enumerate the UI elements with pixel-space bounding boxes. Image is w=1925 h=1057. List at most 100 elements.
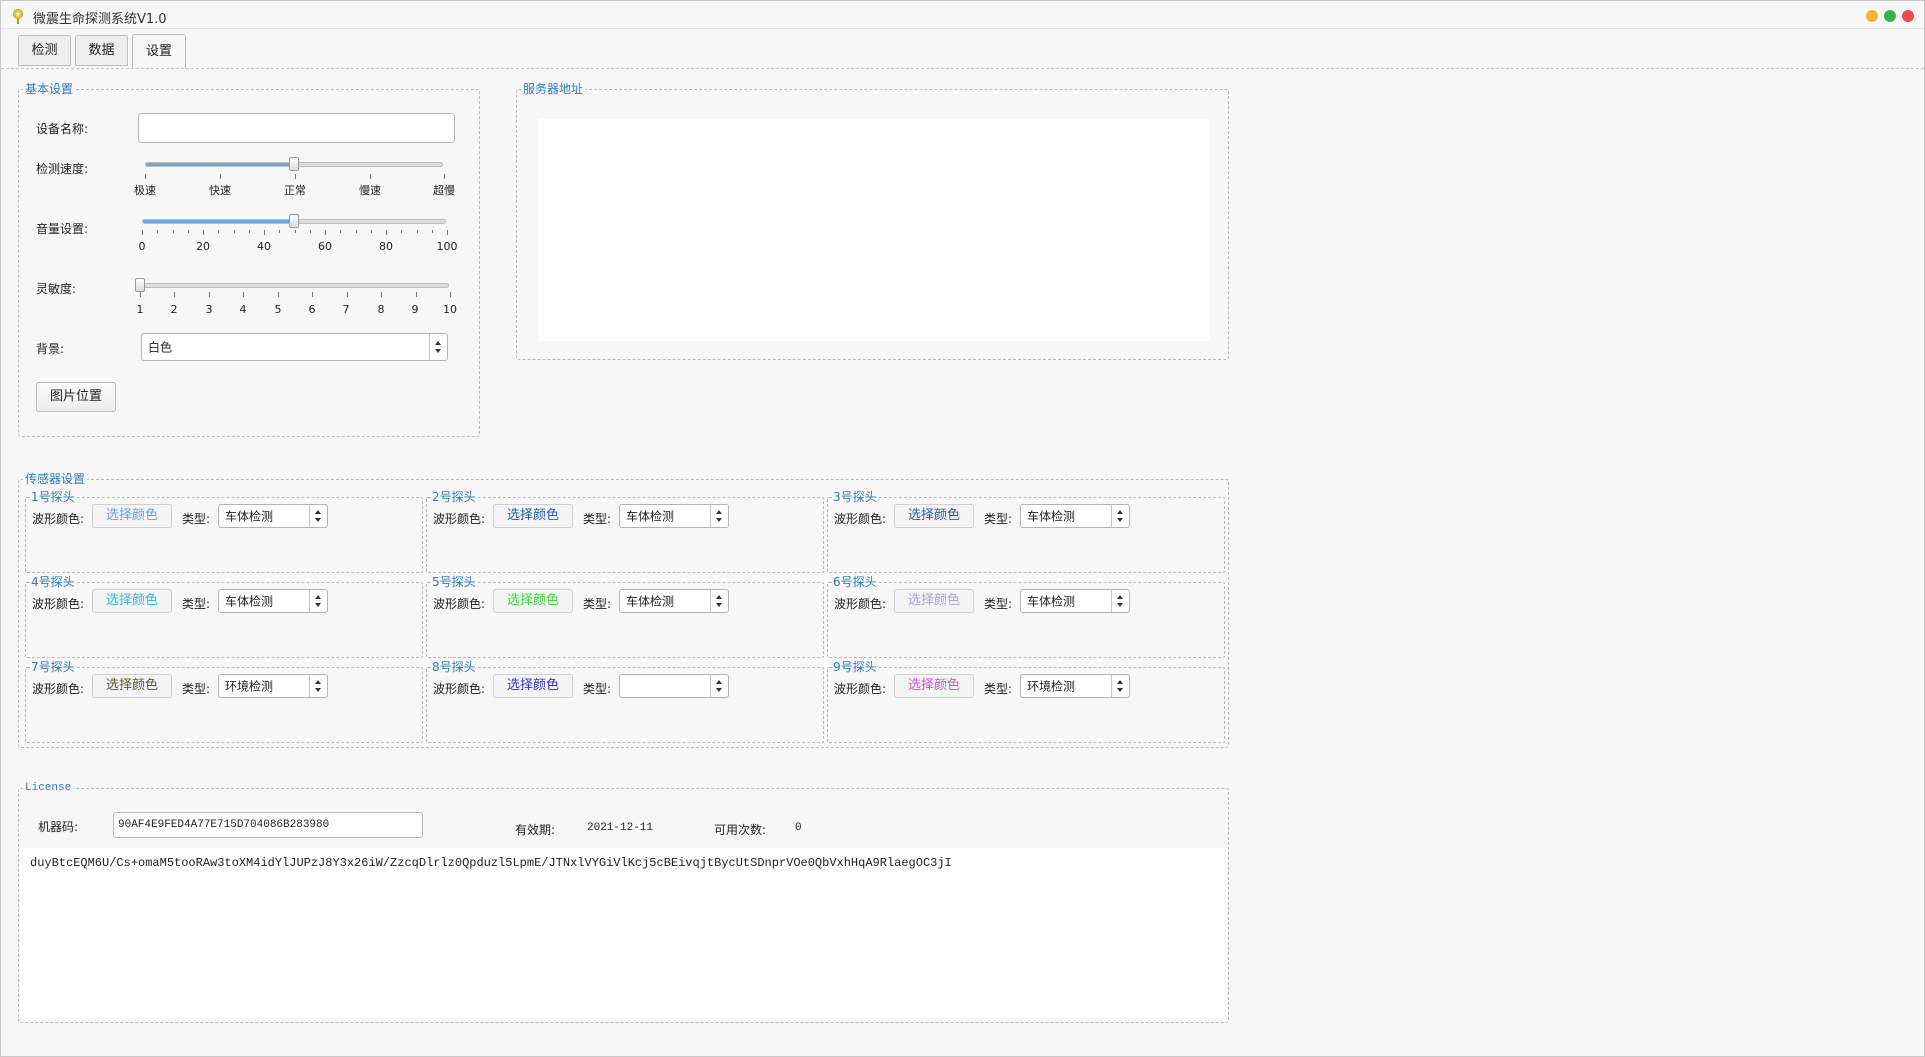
server-address-input[interactable] bbox=[539, 119, 1210, 341]
volume-tick-label: 40 bbox=[257, 240, 271, 253]
volume-slider-handle[interactable] bbox=[289, 214, 299, 228]
waveform-color-label: 波形颜色: bbox=[834, 682, 887, 696]
type-select[interactable]: 车体检测 bbox=[1020, 589, 1130, 613]
type-select[interactable]: 环境检测 bbox=[218, 674, 328, 698]
select-arrow-icon bbox=[1111, 675, 1129, 697]
probe-group: 6号探头 波形颜色: 选择颜色 类型: 车体检测 bbox=[827, 575, 1225, 658]
type-select[interactable]: 环境检测 bbox=[1020, 674, 1130, 698]
volume-tick bbox=[386, 230, 387, 235]
type-label: 类型: bbox=[984, 682, 1013, 696]
probe-title: 9号探头 bbox=[832, 660, 878, 674]
speed-tick-label: 超慢 bbox=[433, 184, 455, 197]
machine-code-label: 机器码: bbox=[38, 820, 79, 834]
type-label: 类型: bbox=[182, 597, 211, 611]
select-color-button[interactable]: 选择颜色 bbox=[894, 674, 974, 698]
volume-tick-label: 80 bbox=[379, 240, 393, 253]
type-label: 类型: bbox=[583, 512, 612, 526]
speed-slider-fill bbox=[146, 163, 295, 166]
select-arrow-icon bbox=[710, 590, 728, 612]
close-button[interactable] bbox=[1902, 10, 1914, 22]
sensitivity-tick-label: 10 bbox=[443, 303, 457, 316]
background-select[interactable]: 白色 bbox=[141, 333, 448, 361]
speed-tick-label: 正常 bbox=[284, 184, 306, 197]
device-name-label: 设备名称: bbox=[36, 122, 89, 136]
tab-data[interactable]: 数据 bbox=[75, 35, 128, 66]
select-arrow-icon bbox=[1111, 505, 1129, 527]
volume-tick bbox=[248, 230, 250, 233]
speed-tick bbox=[444, 174, 445, 179]
waveform-color-label: 波形颜色: bbox=[433, 682, 486, 696]
select-color-button[interactable]: 选择颜色 bbox=[493, 589, 573, 613]
probe-title: 8号探头 bbox=[431, 660, 477, 674]
device-name-input[interactable] bbox=[138, 113, 455, 143]
waveform-color-label: 波形颜色: bbox=[834, 512, 887, 526]
minimize-button[interactable] bbox=[1866, 10, 1878, 22]
sensitivity-slider-handle[interactable] bbox=[135, 278, 145, 292]
select-arrow-icon bbox=[1111, 590, 1129, 612]
select-color-button[interactable]: 选择颜色 bbox=[894, 589, 974, 613]
select-arrow-icon bbox=[309, 505, 327, 527]
type-select[interactable]: 车体检测 bbox=[619, 589, 729, 613]
license-key-text[interactable]: duyBtcEQM6U/Cs+omaM5tooRAw3toXM4idYlJUPz… bbox=[20, 848, 1225, 1018]
select-color-button[interactable]: 选择颜色 bbox=[894, 504, 974, 528]
type-label: 类型: bbox=[984, 597, 1013, 611]
type-select[interactable]: 车体检测 bbox=[218, 504, 328, 528]
type-select-value: 车体检测 bbox=[626, 509, 675, 524]
sensitivity-tick bbox=[243, 292, 245, 297]
sensitivity-slider[interactable] bbox=[139, 283, 449, 288]
type-select-value: 车体检测 bbox=[1027, 594, 1076, 609]
volume-tick-label: 20 bbox=[196, 240, 210, 253]
volume-tick bbox=[325, 230, 326, 235]
volume-tick-label: 0 bbox=[138, 240, 146, 253]
sensor-settings-title: 传感器设置 bbox=[23, 472, 88, 487]
tab-settings[interactable]: 设置 bbox=[132, 34, 186, 69]
tab-bar: 检测 数据 设置 bbox=[1, 34, 1924, 69]
speed-tick-label: 极速 bbox=[134, 184, 156, 197]
sensitivity-tick-label: 6 bbox=[308, 303, 316, 316]
type-select[interactable] bbox=[619, 674, 729, 698]
speed-slider-handle[interactable] bbox=[289, 157, 299, 171]
sensitivity-label: 灵敏度: bbox=[36, 282, 77, 296]
volume-tick bbox=[401, 230, 403, 233]
select-arrow-icon bbox=[429, 334, 447, 360]
select-color-button[interactable]: 选择颜色 bbox=[92, 589, 172, 613]
volume-tick-label: 60 bbox=[318, 240, 332, 253]
type-label: 类型: bbox=[984, 512, 1013, 526]
select-arrow-icon bbox=[710, 505, 728, 527]
probe-group: 8号探头波形颜色: 选择颜色 类型: bbox=[426, 660, 824, 743]
type-select-value: 车体检测 bbox=[1027, 509, 1076, 524]
sensitivity-tick-label: 3 bbox=[205, 303, 213, 316]
probe-title: 4号探头 bbox=[30, 575, 76, 589]
type-select[interactable]: 车体检测 bbox=[218, 589, 328, 613]
type-select[interactable]: 车体检测 bbox=[1020, 504, 1130, 528]
type-label: 类型: bbox=[583, 682, 612, 696]
image-location-button[interactable]: 图片位置 bbox=[36, 382, 116, 412]
type-select-value: 车体检测 bbox=[225, 509, 274, 524]
window-title: 微震生命探测系统V1.0 bbox=[33, 12, 167, 27]
type-select[interactable]: 车体检测 bbox=[619, 504, 729, 528]
probe-title: 1号探头 bbox=[30, 490, 76, 504]
probe-title: 3号探头 bbox=[832, 490, 878, 504]
select-arrow-icon bbox=[309, 590, 327, 612]
background-label: 背景: bbox=[36, 342, 65, 356]
probe-title: 2号探头 bbox=[431, 490, 477, 504]
select-color-button[interactable]: 选择颜色 bbox=[92, 674, 172, 698]
volume-tick bbox=[172, 230, 174, 233]
select-color-button[interactable]: 选择颜色 bbox=[493, 504, 573, 528]
probe-title: 5号探头 bbox=[431, 575, 477, 589]
sensitivity-tick-label: 9 bbox=[411, 303, 419, 316]
volume-tick bbox=[233, 230, 235, 233]
machine-code-input[interactable] bbox=[113, 812, 423, 838]
sensitivity-tick-label: 5 bbox=[274, 303, 282, 316]
type-label: 类型: bbox=[182, 682, 211, 696]
maximize-button[interactable] bbox=[1884, 10, 1896, 22]
tab-detect[interactable]: 检测 bbox=[18, 35, 71, 66]
speed-tick bbox=[220, 174, 221, 179]
volume-tick bbox=[416, 230, 418, 233]
speed-label: 检测速度: bbox=[36, 162, 89, 176]
type-select-value: 车体检测 bbox=[626, 594, 675, 609]
select-color-button[interactable]: 选择颜色 bbox=[493, 674, 573, 698]
select-color-button[interactable]: 选择颜色 bbox=[92, 504, 172, 528]
volume-tick bbox=[431, 230, 433, 233]
volume-tick bbox=[218, 230, 220, 233]
